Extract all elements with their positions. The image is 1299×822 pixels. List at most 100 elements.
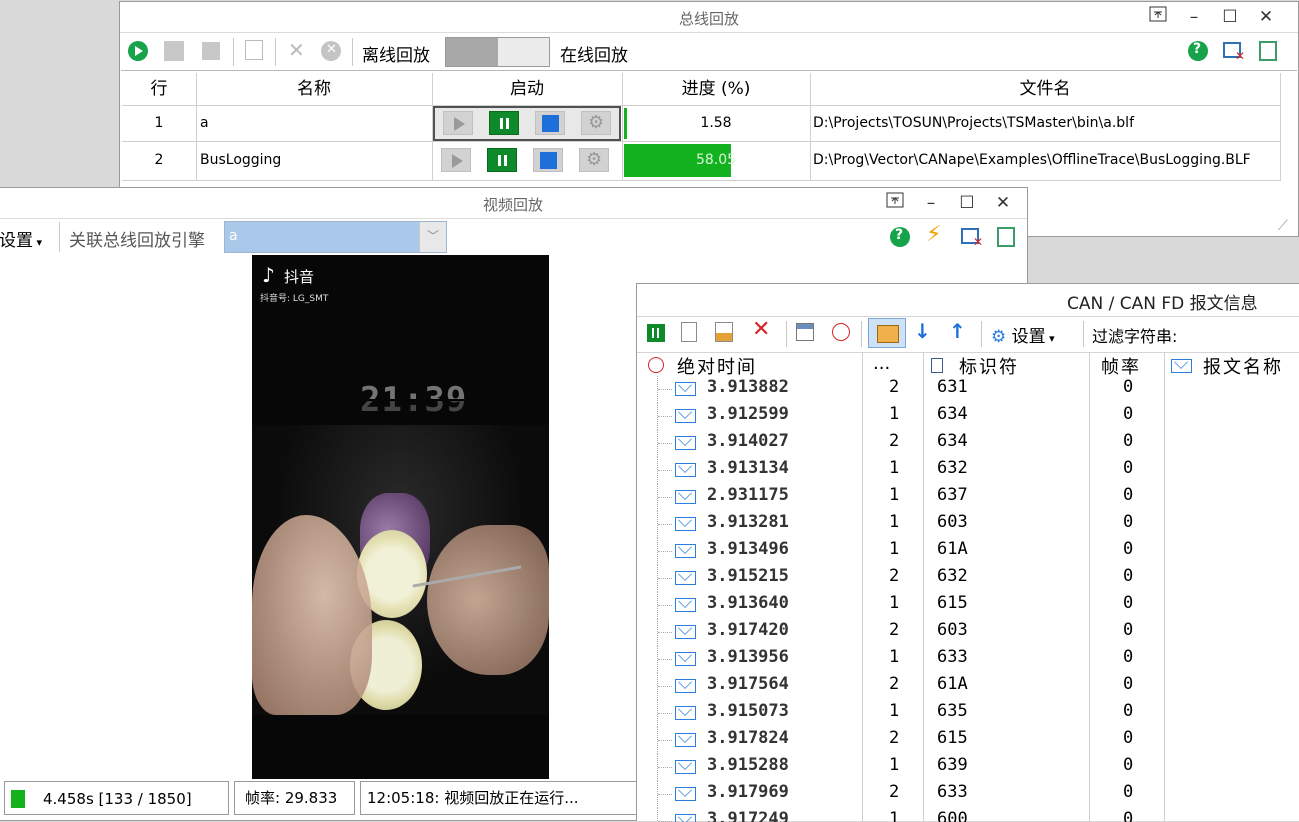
resize-grip-icon[interactable]: ⟋ xyxy=(1278,218,1288,234)
tree-connector xyxy=(658,416,672,417)
minimize-icon[interactable]: – xyxy=(1182,6,1206,28)
row-id: 61A xyxy=(937,539,968,559)
close-icon[interactable]: ✕ xyxy=(991,192,1015,214)
help-icon[interactable]: ? xyxy=(1188,41,1208,61)
row-controls: ⚙ xyxy=(433,106,621,141)
dock-icon[interactable] xyxy=(1259,41,1277,61)
window-close-red-icon[interactable]: ✕ xyxy=(961,228,983,249)
arrow-down-icon[interactable]: ↓ xyxy=(914,319,931,343)
row-rate: 0 xyxy=(1123,782,1134,802)
window-close-red-icon[interactable]: ✕ xyxy=(1223,42,1245,63)
row-id: 615 xyxy=(937,728,968,748)
can-message-row[interactable]: 3.915288 1 639 0 xyxy=(637,754,1299,781)
row-channel: 1 xyxy=(889,755,900,775)
row-progress: 1.58 xyxy=(700,115,732,131)
stop-all-icon[interactable] xyxy=(202,42,220,60)
can-message-row[interactable]: 3.915073 1 635 0 xyxy=(637,700,1299,727)
mode-toggle[interactable] xyxy=(445,37,550,67)
can-message-row[interactable]: 2.931175 1 637 0 xyxy=(637,484,1299,511)
settings-dropdown[interactable]: 设置 ▾ xyxy=(0,226,42,251)
maximize-icon[interactable]: ☐ xyxy=(1218,6,1242,28)
envelope-icon xyxy=(675,787,696,801)
can-message-row[interactable]: 3.913134 1 632 0 xyxy=(637,457,1299,484)
envelope-icon xyxy=(675,733,696,747)
tree-connector xyxy=(658,632,672,633)
status-fps: 帧率: 29.833 xyxy=(245,789,338,807)
scroll-down-icon[interactable] xyxy=(796,323,814,341)
engine-select[interactable]: a ﹀ xyxy=(224,221,447,253)
can-message-row[interactable]: 3.917824 2 615 0 xyxy=(637,727,1299,754)
can-message-row[interactable]: 3.913640 1 615 0 xyxy=(637,592,1299,619)
copy-icon[interactable] xyxy=(681,322,697,342)
start-icon[interactable] xyxy=(128,41,148,61)
clock-icon[interactable] xyxy=(832,323,850,341)
arrow-up-icon[interactable]: ↑ xyxy=(949,319,966,343)
pause-icon[interactable] xyxy=(647,324,665,342)
toolbar-separator xyxy=(275,38,276,66)
row-time: 3.913640 xyxy=(707,593,789,613)
row-pause-button[interactable] xyxy=(487,148,517,172)
row-rate: 0 xyxy=(1123,485,1134,505)
filter-label: 过滤字符串: xyxy=(1092,327,1178,346)
tree-connector xyxy=(658,389,672,390)
row-play-button[interactable] xyxy=(443,111,473,135)
col-header-name: 名称 xyxy=(297,79,331,99)
can-message-row[interactable]: 3.912599 1 634 0 xyxy=(637,403,1299,430)
row-pause-button[interactable] xyxy=(489,111,519,135)
row-id: 61A xyxy=(937,674,968,694)
settings-dropdown[interactable]: ⚙ 设置 ▾ xyxy=(991,322,1055,347)
can-message-row[interactable]: 3.914027 2 634 0 xyxy=(637,430,1299,457)
row-id: 633 xyxy=(937,782,968,802)
maximize-icon[interactable]: ☐ xyxy=(955,192,979,214)
row-name: a xyxy=(200,115,209,131)
can-message-row[interactable]: 3.917969 2 633 0 xyxy=(637,781,1299,808)
settings-label: 设置 xyxy=(1011,327,1046,347)
add-filter-icon[interactable] xyxy=(868,318,906,348)
envelope-icon xyxy=(675,625,696,639)
tree-connector xyxy=(658,740,672,741)
row-stop-button[interactable] xyxy=(533,148,563,172)
can-message-row[interactable]: 3.913956 1 633 0 xyxy=(637,646,1299,673)
add-file-icon[interactable] xyxy=(245,40,263,60)
can-message-row[interactable]: 3.915215 2 632 0 xyxy=(637,565,1299,592)
pin-icon[interactable] xyxy=(883,192,907,214)
lightning-icon[interactable]: ⚡ xyxy=(926,222,941,247)
close-icon[interactable]: ✕ xyxy=(1254,6,1278,28)
row-channel: 2 xyxy=(889,566,900,586)
bus-replay-title: 总线回放 xyxy=(678,10,739,28)
can-message-row[interactable]: 3.917249 1 600 0 xyxy=(637,808,1299,822)
id-icon xyxy=(931,358,943,373)
row-rate: 0 xyxy=(1123,431,1134,451)
can-message-row[interactable]: 3.913496 1 61A 0 xyxy=(637,538,1299,565)
video-frame[interactable]: ♪ 抖音 抖音号: LG_SMT 21:39 xyxy=(252,255,549,779)
pause-all-icon[interactable] xyxy=(164,41,184,61)
col-header-progress: 进度 (%) xyxy=(681,79,751,99)
can-message-row[interactable]: 3.917420 2 603 0 xyxy=(637,619,1299,646)
pin-icon[interactable] xyxy=(1146,6,1170,28)
envelope-icon xyxy=(675,571,696,585)
can-message-row[interactable]: 3.913882 2 631 0 xyxy=(637,376,1299,403)
delete-icon[interactable]: ✕ xyxy=(288,38,305,62)
link-engine-label: 关联总线回放引擎 xyxy=(69,231,205,251)
can-message-row[interactable]: 3.913281 1 603 0 xyxy=(637,511,1299,538)
row-channel: 1 xyxy=(889,404,900,424)
row-settings-button[interactable]: ⚙ xyxy=(581,111,611,135)
row-id: 633 xyxy=(937,647,968,667)
row-stop-button[interactable] xyxy=(535,111,565,135)
paste-icon[interactable] xyxy=(715,322,733,342)
dock-icon[interactable] xyxy=(997,227,1015,247)
status-message: 12:05:18: 视频回放正在运行... xyxy=(367,789,579,807)
row-id: 639 xyxy=(937,755,968,775)
row-time: 3.913281 xyxy=(707,512,789,532)
help-icon[interactable]: ? xyxy=(890,227,910,247)
row-filename: D:\Projects\TOSUN\Projects\TSMaster\bin\… xyxy=(813,115,1134,131)
row-settings-button[interactable]: ⚙ xyxy=(579,148,609,172)
row-play-button[interactable] xyxy=(441,148,471,172)
row-id: 634 xyxy=(937,431,968,451)
col-header-channel[interactable]: ... xyxy=(873,353,890,374)
clear-icon[interactable]: ✕ xyxy=(321,41,341,61)
minimize-icon[interactable]: – xyxy=(919,192,943,214)
clear-red-x-icon[interactable]: ✕ xyxy=(752,317,770,342)
settings-label: 设置 xyxy=(0,231,33,251)
can-message-row[interactable]: 3.917564 2 61A 0 xyxy=(637,673,1299,700)
